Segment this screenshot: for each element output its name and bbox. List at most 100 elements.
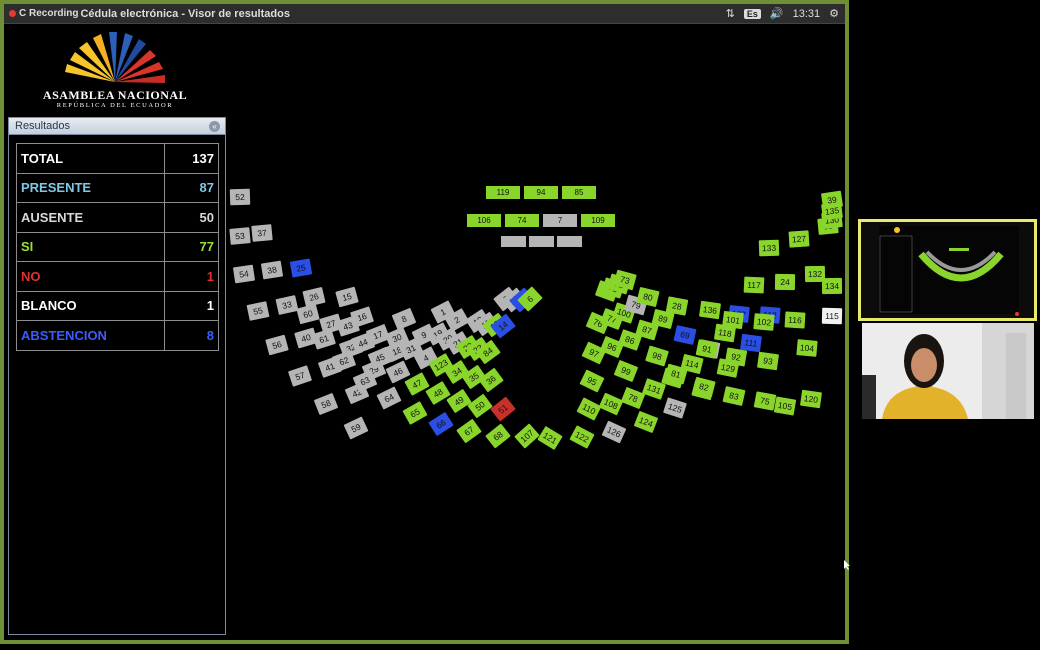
seat-59[interactable]: 59	[343, 416, 369, 440]
seat-33[interactable]: 33	[275, 295, 299, 316]
seat-110[interactable]: 110	[576, 397, 602, 421]
results-row: ABSTENCION 8	[16, 320, 219, 351]
seat-58[interactable]: 58	[313, 393, 339, 416]
seat-125[interactable]: 125	[663, 397, 688, 419]
results-table: TOTAL 137 PRESENTE 87 AUSENTE 50 SI 77 NO 1 BLANCO…	[16, 143, 219, 351]
results-label: TOTAL	[16, 143, 165, 174]
seat-57[interactable]: 57	[287, 365, 312, 388]
seat-66[interactable]: 66	[428, 411, 455, 436]
seat-8[interactable]: 8	[391, 307, 416, 331]
results-label: AUSENTE	[16, 202, 165, 233]
seat-49[interactable]: 49	[445, 388, 472, 413]
results-panel-header: Resultados «	[9, 118, 225, 135]
seat-74[interactable]: 74	[505, 214, 539, 227]
seat-65[interactable]: 65	[401, 400, 428, 425]
seat-99[interactable]: 99	[613, 360, 638, 383]
seat-39[interactable]: 39	[820, 190, 844, 210]
presidency-bench	[501, 236, 526, 247]
seat-60[interactable]: 60	[295, 303, 320, 325]
seat-136[interactable]: 136	[698, 300, 721, 319]
seat-53[interactable]: 53	[229, 227, 251, 246]
window-title: Cédula electrónica - Visor de resultados	[80, 7, 290, 20]
seat-25[interactable]: 25	[289, 258, 313, 278]
results-row: AUSENTE 50	[16, 202, 219, 233]
seat-92[interactable]: 92	[725, 347, 748, 367]
seat-85[interactable]: 85	[562, 186, 596, 199]
seat-109[interactable]: 109	[581, 214, 615, 227]
sun-rays-logo-icon	[65, 32, 165, 83]
participant-video[interactable]	[862, 323, 1034, 419]
seat-95[interactable]: 95	[579, 369, 605, 393]
results-panel-title: Resultados	[15, 120, 71, 132]
seat-124[interactable]: 124	[633, 410, 658, 433]
seat-122[interactable]: 122	[569, 425, 595, 450]
seat-116[interactable]: 116	[784, 311, 806, 329]
seat-104[interactable]: 104	[796, 339, 818, 357]
seat-68[interactable]: 68	[485, 423, 511, 449]
speaker-icon[interactable]: 🔊	[770, 7, 784, 20]
results-value: 50	[164, 202, 219, 233]
results-row: PRESENTE 87	[16, 172, 219, 203]
seat-94[interactable]: 94	[524, 186, 558, 199]
title-bar: C Recording Cédula electrónica - Visor d…	[4, 4, 845, 24]
seat-120[interactable]: 120	[799, 389, 822, 409]
results-row: SI 77	[16, 231, 219, 262]
seat-117[interactable]: 117	[743, 276, 765, 294]
seat-107[interactable]: 107	[513, 423, 540, 449]
results-label: BLANCO	[16, 290, 165, 321]
clock: 13:31	[792, 7, 821, 20]
seat-54[interactable]: 54	[232, 265, 255, 284]
seat-64[interactable]: 64	[376, 386, 402, 411]
seat-101[interactable]: 101	[722, 310, 744, 329]
collapse-icon[interactable]: «	[209, 120, 220, 132]
seat-55[interactable]: 55	[246, 300, 270, 321]
seat-51[interactable]: 51	[489, 396, 516, 422]
seat-15[interactable]: 15	[335, 286, 359, 308]
seat-93[interactable]: 93	[756, 351, 779, 371]
shared-screen-thumbnail[interactable]	[858, 219, 1037, 321]
results-value: 137	[164, 143, 219, 174]
seat-75[interactable]: 75	[753, 391, 777, 411]
results-label: PRESENTE	[16, 172, 165, 203]
seat-98[interactable]: 98	[645, 345, 669, 367]
results-row: NO 1	[16, 261, 219, 292]
presidency-bench	[529, 236, 554, 247]
seat-67[interactable]: 67	[456, 418, 483, 444]
system-tray: ⇅ Es 🔊 13:31 ⚙	[726, 7, 839, 21]
results-value: 77	[164, 231, 219, 262]
seat-38[interactable]: 38	[260, 260, 283, 280]
seat-83[interactable]: 83	[722, 386, 746, 407]
logo-subtitle: REPÚBLICA DEL ECUADOR	[56, 102, 174, 109]
gear-icon[interactable]: ⚙	[829, 7, 839, 20]
seat-7[interactable]: 7	[543, 214, 577, 227]
seat-134[interactable]: 134	[821, 278, 843, 295]
results-label: SI	[16, 231, 165, 262]
seat-106[interactable]: 106	[467, 214, 501, 227]
language-indicator[interactable]: Es	[743, 8, 761, 19]
seat-108[interactable]: 108	[598, 393, 624, 416]
seat-126[interactable]: 126	[601, 420, 627, 444]
seat-37[interactable]: 37	[251, 224, 273, 243]
seat-115[interactable]: 115	[821, 308, 843, 325]
seat-52[interactable]: 52	[229, 188, 251, 206]
seat-56[interactable]: 56	[265, 334, 289, 356]
seat-69[interactable]: 69	[673, 325, 697, 346]
seat-78[interactable]: 78	[620, 386, 646, 409]
results-value: 1	[164, 261, 219, 292]
results-row: BLANCO 1	[16, 290, 219, 321]
seat-102[interactable]: 102	[752, 312, 775, 331]
seat-50[interactable]: 50	[467, 393, 494, 419]
seat-105[interactable]: 105	[774, 396, 797, 417]
seat-127[interactable]: 127	[788, 230, 810, 248]
results-value: 8	[164, 320, 219, 351]
results-label: NO	[16, 261, 165, 292]
network-arrows-icon[interactable]: ⇅	[726, 7, 735, 20]
logo-title: ASAMBLEA NACIONAL	[42, 88, 188, 102]
thumbnail-preview-icon	[879, 226, 1019, 316]
seat-24[interactable]: 24	[774, 273, 795, 291]
seat-28[interactable]: 28	[666, 296, 689, 316]
seat-91[interactable]: 91	[695, 339, 718, 360]
seat-121[interactable]: 121	[537, 426, 563, 451]
seat-133[interactable]: 133	[758, 239, 780, 257]
seat-119[interactable]: 119	[486, 186, 520, 199]
